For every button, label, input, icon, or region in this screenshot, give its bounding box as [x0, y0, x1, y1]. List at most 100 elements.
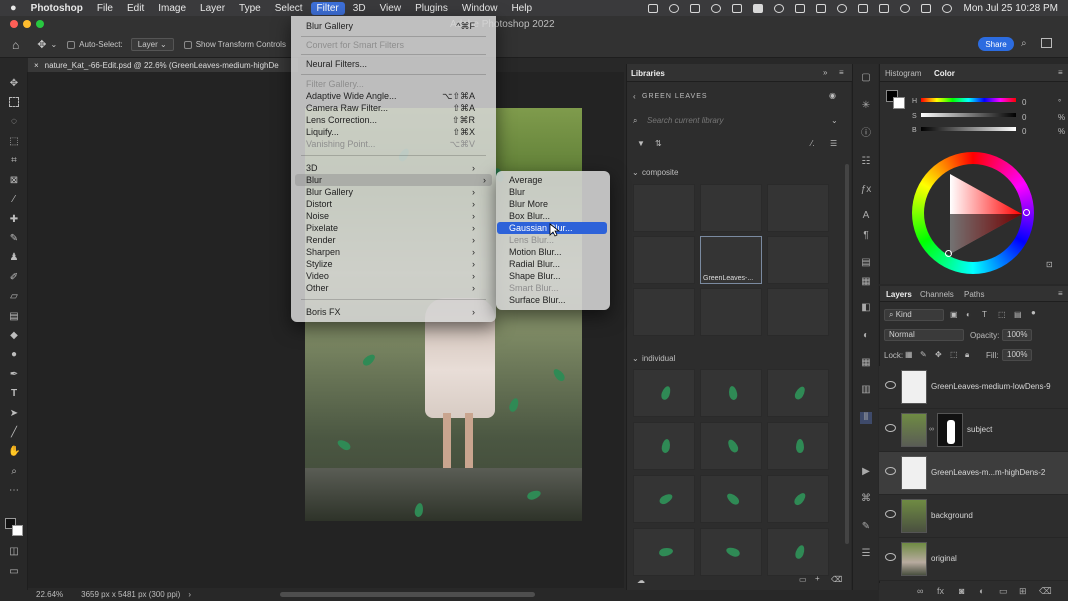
tab-channels[interactable]: Channels [920, 290, 954, 299]
library-user-icon[interactable]: ◉ [829, 91, 836, 100]
section-collapse-icon[interactable]: ⌄ [632, 168, 639, 177]
keyboard-icon[interactable] [878, 3, 889, 13]
tab-paths[interactable]: Paths [964, 290, 984, 299]
type-tool-icon[interactable]: T [8, 388, 20, 400]
close-window-icon[interactable] [10, 20, 18, 28]
tab-layers[interactable]: Layers [886, 290, 912, 299]
search-icon[interactable] [899, 3, 910, 13]
workspace-icon[interactable] [1041, 38, 1052, 48]
submenu-item-box-blur[interactable]: Box Blur... [509, 210, 605, 222]
auto-select-checkbox[interactable] [67, 40, 79, 49]
chevron-down-icon[interactable]: ⌄ [831, 116, 838, 125]
grid-view-icon[interactable]: ⁄. [811, 139, 815, 148]
cloud-icon[interactable]: ☁ [637, 576, 645, 585]
library-item[interactable] [633, 422, 695, 470]
filter-toggle-icon[interactable]: ● [1031, 308, 1036, 317]
library-item[interactable] [700, 369, 762, 417]
gradient-tool-icon[interactable]: ▤ [8, 311, 20, 323]
screen-mode-icon[interactable]: ▭ [8, 566, 20, 578]
sync-icon[interactable] [668, 3, 679, 13]
object-select-tool-icon[interactable]: ⬚ [8, 136, 20, 148]
section-individual[interactable]: individual [642, 354, 675, 363]
menu-view[interactable]: View [380, 3, 402, 14]
document-tab[interactable]: × nature_Kat_-66-Edit.psd @ 22.6% (Green… [28, 58, 298, 72]
panel-menu-icon[interactable]: ≡ [839, 68, 844, 77]
share-button[interactable]: Share [978, 37, 1014, 51]
library-item[interactable] [633, 184, 695, 232]
saturation-value[interactable]: 0 [1022, 113, 1026, 122]
menu-item-camera-raw-filter[interactable]: Camera Raw Filter... ⇧⌘A [306, 102, 481, 114]
library-item[interactable] [767, 288, 829, 336]
bookmark-icon[interactable] [752, 3, 763, 13]
background-color-swatch[interactable] [893, 97, 905, 109]
adjustment-layer-icon[interactable]: ◐ [979, 586, 984, 596]
libraries-tab[interactable]: Libraries [631, 69, 665, 78]
submenu-item-radial-blur[interactable]: Radial Blur... [509, 258, 605, 270]
menu-3d[interactable]: 3D [353, 3, 366, 14]
library-item[interactable] [767, 475, 829, 523]
opacity-field[interactable]: 100% [1002, 329, 1032, 341]
settings-icon[interactable]: ☰ [860, 548, 872, 560]
trash-icon[interactable]: ⌫ [831, 575, 842, 584]
hue-picker-handle[interactable] [1023, 209, 1030, 216]
notes-icon[interactable]: ▦ [860, 276, 872, 288]
auto-select-dropdown[interactable]: Layer ⌄ [130, 38, 174, 51]
eye-icon[interactable] [885, 424, 896, 432]
grid-icon[interactable] [794, 3, 805, 13]
creative-cloud-icon[interactable] [773, 3, 784, 13]
collapse-icon[interactable]: » [823, 68, 827, 77]
menu-item-stylize[interactable]: Stylize › [306, 258, 481, 270]
menu-item-lens-correction[interactable]: Lens Correction... ⇧⌘R [306, 114, 481, 126]
library-item[interactable] [633, 369, 695, 417]
line-tool-icon[interactable]: ╱ [8, 427, 20, 439]
back-icon[interactable]: ‹ [633, 92, 636, 101]
search-icon[interactable]: ⌕ [1021, 38, 1027, 49]
library-item[interactable] [633, 475, 695, 523]
filter-pixel-icon[interactable]: ▣ [950, 310, 958, 319]
library-search-input[interactable]: Search current library [647, 116, 723, 125]
clock[interactable]: Mon Jul 25 10:28 PM [964, 3, 1059, 14]
move-tool-icon[interactable]: ✥ [37, 38, 46, 51]
saturation-slider[interactable] [921, 113, 1016, 117]
layer-row[interactable]: original [879, 538, 1068, 581]
libraries-panel-icon[interactable]: ⫴ [860, 412, 872, 424]
menu-edit[interactable]: Edit [127, 3, 144, 14]
add-mask-icon[interactable]: ◙ [959, 586, 964, 596]
menu-app[interactable]: Photoshop [31, 3, 83, 14]
menu-item-sharpen[interactable]: Sharpen › [306, 246, 481, 258]
submenu-item-blur[interactable]: Blur [509, 186, 605, 198]
submenu-item-surface-blur[interactable]: Surface Blur... [509, 294, 605, 306]
more-tools-icon[interactable]: ⋯ [8, 485, 20, 497]
marquee-tool-icon[interactable] [9, 97, 19, 107]
menu-item-video[interactable]: Video › [306, 270, 481, 282]
chevron-down-icon[interactable]: ⌄ [50, 40, 57, 49]
menu-item-neural-filters[interactable]: Neural Filters... [306, 58, 481, 70]
paragraph-icon[interactable]: ¶ [860, 230, 872, 242]
layer-name[interactable]: original [931, 554, 957, 563]
filter-shape-icon[interactable]: ⬚ [998, 310, 1006, 319]
link-layers-icon[interactable]: ∞ [917, 586, 923, 596]
swatches-icon[interactable]: ▦ [860, 357, 872, 369]
menu-item-3d[interactable]: 3D › [306, 162, 481, 174]
menu-item-liquify[interactable]: Liquify... ⇧⌘X [306, 126, 481, 138]
menu-item-pixelate[interactable]: Pixelate › [306, 222, 481, 234]
properties-icon[interactable]: ƒx [860, 184, 872, 196]
filter-adjustment-icon[interactable]: ◐ [966, 310, 971, 319]
background-color-swatch[interactable] [12, 525, 23, 536]
blend-mode-dropdown[interactable]: Normal [884, 329, 964, 341]
home-icon[interactable]: ⌂ [12, 38, 19, 52]
layer-name[interactable]: background [931, 511, 973, 520]
mail-icon[interactable] [857, 3, 868, 13]
close-tab-icon[interactable]: × [34, 61, 39, 70]
library-item[interactable] [767, 184, 829, 232]
menu-item-blur-gallery[interactable]: Blur Gallery › [306, 186, 481, 198]
character-icon[interactable]: A [860, 210, 872, 222]
menu-item-boris-fx[interactable]: Boris FX › [306, 306, 481, 318]
menu-window[interactable]: Window [462, 3, 498, 14]
horizontal-scrollbar[interactable] [280, 592, 535, 597]
library-item[interactable] [700, 475, 762, 523]
chevron-right-icon[interactable]: › [188, 590, 191, 599]
layer-row[interactable]: ∞ subject [879, 409, 1068, 452]
library-item[interactable] [700, 528, 762, 576]
dodge-tool-icon[interactable]: ● [8, 349, 20, 361]
